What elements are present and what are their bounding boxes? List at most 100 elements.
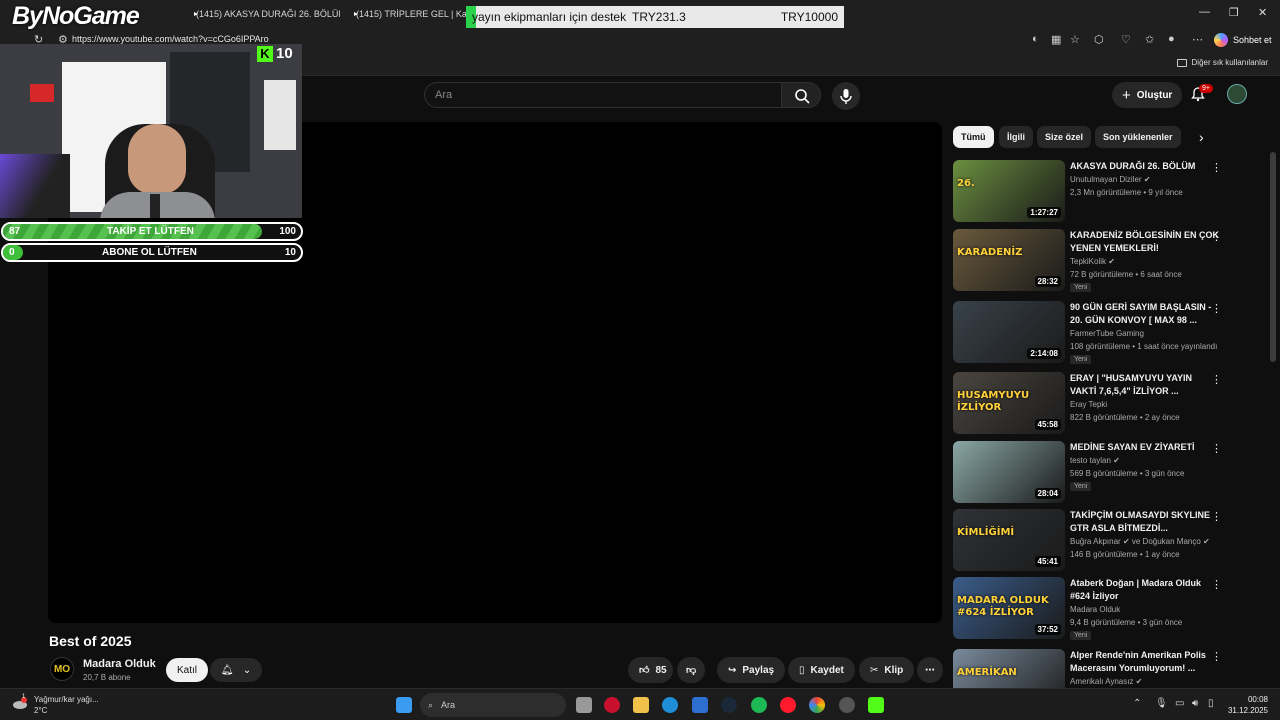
recommendation-channel[interactable]: TepkiKolik ✔ xyxy=(1070,257,1115,266)
search-input[interactable]: Ara xyxy=(424,82,782,108)
translate-icon[interactable]: ◐ xyxy=(1032,33,1039,45)
clip-button[interactable]: ✂ Klip xyxy=(859,657,915,683)
recommendation-item[interactable]: KARADENİZ 28:32 KARADENİZ BÖLGESİNİN EN ÇO… xyxy=(953,229,1268,293)
video-thumbnail[interactable]: HUSAMYUYU İZLİYOR 45:58 xyxy=(953,372,1065,434)
extensions-icon[interactable]: ⬡ xyxy=(1094,33,1104,46)
more-vertical-icon[interactable]: ⋮ xyxy=(1211,230,1222,243)
file-explorer-icon[interactable] xyxy=(633,697,649,713)
network-icon[interactable]: ▭ xyxy=(1175,698,1184,709)
like-button[interactable]: 👍︎ 85 xyxy=(628,657,673,683)
opera-gx-icon[interactable] xyxy=(604,697,620,713)
recommendation-meta: 2,3 Mn görüntüleme • 9 yıl önce xyxy=(1070,188,1183,197)
recommendation-title[interactable]: MEDİNE SAYAN EV ZİYARETİ xyxy=(1070,441,1220,454)
profile-icon[interactable]: ● xyxy=(1168,33,1175,45)
video-thumbnail[interactable]: 2:14:08 xyxy=(953,301,1065,363)
recommendation-title[interactable]: TAKİPÇİM OLMASAYDI SKYLINE GTR ASLA BİTM… xyxy=(1070,509,1220,535)
maximize-icon[interactable]: ❐ xyxy=(1229,6,1239,19)
channel-name[interactable]: Madara Olduk xyxy=(83,658,156,670)
chevron-right-icon[interactable]: › xyxy=(1199,129,1204,145)
more-vertical-icon[interactable]: ⋮ xyxy=(1211,161,1222,174)
address-bar[interactable]: https://www.youtube.com/watch?v=cCGo6IPP… xyxy=(72,34,269,44)
apps-icon[interactable]: ▦ xyxy=(1051,33,1061,46)
account-avatar[interactable] xyxy=(1227,84,1247,104)
browser-essentials-icon[interactable]: ♡ xyxy=(1121,33,1131,46)
recommendation-meta: 569 B görüntüleme • 3 gün önce xyxy=(1070,469,1185,478)
taskbar-search[interactable]: ⌕ Ara xyxy=(420,693,566,717)
scrollbar[interactable] xyxy=(1270,152,1276,362)
close-window-icon[interactable]: ✕ xyxy=(1258,6,1267,19)
more-vertical-icon[interactable]: ⋮ xyxy=(1211,510,1222,523)
recommendation-title[interactable]: AKASYA DURAĞI 26. BÖLÜM xyxy=(1070,160,1220,173)
recommendation-title[interactable]: Ataberk Doğan | Madara Olduk #624 İzliyo… xyxy=(1070,577,1220,603)
start-windows-icon[interactable] xyxy=(396,697,412,713)
voice-search-button[interactable] xyxy=(832,82,860,110)
search-button[interactable] xyxy=(781,82,821,108)
other-favorites[interactable]: Diğer sık kullanılanlar xyxy=(1176,58,1268,67)
favorite-star-icon[interactable]: ☆ xyxy=(1070,33,1080,46)
subscription-bell-button[interactable]: 🔔︎ ⌄ xyxy=(210,658,262,682)
app-icon[interactable] xyxy=(839,697,855,713)
chrome-icon[interactable] xyxy=(809,697,825,713)
recommendation-title[interactable]: ERAY | "HUSAMYUYU YAYIN VAKTİ 7,6,5,4" İ… xyxy=(1070,372,1220,398)
video-thumbnail[interactable]: 28:04 xyxy=(953,441,1065,503)
join-button[interactable]: Katıl xyxy=(166,658,209,682)
spotify-icon[interactable] xyxy=(751,697,767,713)
recommendation-channel[interactable]: FarmerTube Gaming xyxy=(1070,329,1144,338)
copilot-button[interactable]: Sohbet et xyxy=(1214,32,1272,48)
minimize-icon[interactable]: — xyxy=(1199,6,1210,18)
favorites-icon[interactable]: ✩ xyxy=(1145,33,1154,46)
save-button[interactable]: ▯ Kaydet xyxy=(788,657,855,683)
more-vertical-icon[interactable]: ⋮ xyxy=(1211,650,1222,663)
recommendation-item[interactable]: 28:04 MEDİNE SAYAN EV ZİYARETİ testo tayla… xyxy=(953,441,1268,505)
clock-time: 00:08 xyxy=(1247,695,1268,704)
share-button[interactable]: ↪ Paylaş xyxy=(717,657,786,683)
kick-app-icon[interactable] xyxy=(868,697,884,713)
chip-all[interactable]: Tümü xyxy=(953,126,994,148)
channel-name: Eray Tepki xyxy=(1070,400,1108,409)
recommendation-item[interactable]: 26. 1:27:27 AKASYA DURAĞI 26. BÖLÜM Unutulm… xyxy=(953,160,1268,224)
video-thumbnail[interactable]: KARADENİZ 28:32 xyxy=(953,229,1065,291)
more-icon[interactable]: ⋯ xyxy=(1192,33,1203,46)
chip-recent[interactable]: Son yüklenenler xyxy=(1095,126,1181,148)
recommendation-item[interactable]: 2:14:08 90 GÜN GERİ SAYIM BAŞLASIN - 20. … xyxy=(953,301,1268,365)
recommendation-title[interactable]: 90 GÜN GERİ SAYIM BAŞLASIN - 20. GÜN KON… xyxy=(1070,301,1220,327)
subscribe-goal-target: 10 xyxy=(284,247,296,258)
task-view-icon[interactable] xyxy=(576,697,592,713)
chip-for-you[interactable]: Size özel xyxy=(1037,126,1092,148)
recommendation-item[interactable]: MADARA OLDUK #624 İZLİYOR 37:52 Ataberk Do… xyxy=(953,577,1268,641)
recommendation-item[interactable]: HUSAMYUYU İZLİYOR 45:58 ERAY | "HUSAMYUYU … xyxy=(953,372,1268,436)
recommendation-channel[interactable]: Madara Olduk xyxy=(1070,605,1120,614)
recommendation-item[interactable]: KİMLİĞİMİ 45:41 TAKİPÇİM OLMASAYDI SKYLINE… xyxy=(953,509,1268,573)
dislike-button[interactable]: 👎︎ xyxy=(677,657,706,683)
tray-chevron-icon[interactable]: ⌃ xyxy=(1133,698,1141,709)
more-actions-button[interactable]: ⋯ xyxy=(917,657,943,683)
chip-related[interactable]: İlgili xyxy=(999,126,1033,148)
microphone-tray-icon[interactable]: 🎙︎ xyxy=(1155,698,1168,709)
tab-triplere[interactable]: (1415) TRİPLERE GEL | Kanse xyxy=(350,4,468,24)
more-vertical-icon[interactable]: ⋮ xyxy=(1211,302,1222,315)
channel-avatar[interactable]: MO xyxy=(50,657,74,681)
recommendation-channel[interactable]: Eray Tepki xyxy=(1070,400,1107,409)
recommendation-channel[interactable]: Unutulmayan Diziler ✔ xyxy=(1070,175,1151,184)
more-vertical-icon[interactable]: ⋮ xyxy=(1211,373,1222,386)
edge-icon[interactable] xyxy=(662,697,678,713)
video-thumbnail[interactable]: 26. 1:27:27 xyxy=(953,160,1065,222)
volume-icon[interactable]: 🔊︎ xyxy=(1192,698,1198,709)
recommendation-channel[interactable]: Buğra Akpınar ✔ ve Doğukan Manço ✔ xyxy=(1070,537,1210,546)
more-vertical-icon[interactable]: ⋮ xyxy=(1211,442,1222,455)
system-clock[interactable]: 00:08 31.12.2025 xyxy=(1228,694,1268,716)
recommendation-title[interactable]: KARADENİZ BÖLGESİNİN EN ÇOK YENEN YEMEKL… xyxy=(1070,229,1220,255)
video-thumbnail[interactable]: KİMLİĞİMİ 45:41 xyxy=(953,509,1065,571)
recommendation-channel[interactable]: testo taylan ✔ xyxy=(1070,456,1120,465)
opera-icon[interactable] xyxy=(780,697,796,713)
tab-akasya[interactable]: (1415) AKASYA DURAĞI 26. BÖLÜM ✕ xyxy=(190,4,340,24)
recommendation-title[interactable]: Alper Rende'nin Amerikan Polis Macerasın… xyxy=(1070,649,1220,675)
weather-widget[interactable]: Yağmur/kar yağı... 2°C xyxy=(34,694,99,716)
create-button[interactable]: + Oluştur xyxy=(1112,82,1183,108)
steam-icon[interactable] xyxy=(721,697,737,713)
video-thumbnail[interactable]: MADARA OLDUK #624 İZLİYOR 37:52 xyxy=(953,577,1065,639)
recommendation-channel[interactable]: Amerikalı Aynasız ✔ xyxy=(1070,677,1142,686)
store-icon[interactable] xyxy=(692,697,708,713)
more-vertical-icon[interactable]: ⋮ xyxy=(1211,578,1222,591)
battery-icon[interactable]: ▯ xyxy=(1208,698,1214,709)
